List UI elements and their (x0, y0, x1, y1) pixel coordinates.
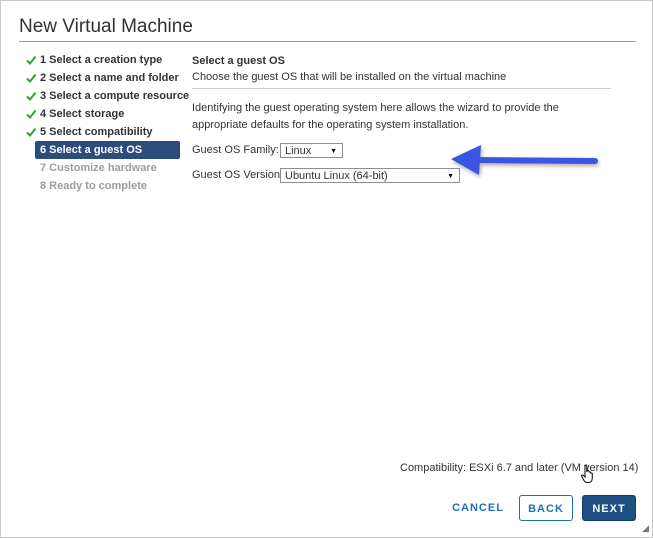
section-heading: Select a guest OS (192, 55, 285, 67)
step-label: 6 Select a guest OS (40, 144, 143, 156)
os-version-select[interactable]: Ubuntu Linux (64-bit) ▼ (280, 168, 460, 183)
compatibility-text: Compatibility: ESXi 6.7 and later (VM ve… (400, 462, 639, 474)
wizard-steps: 1 Select a creation type 2 Select a name… (23, 51, 189, 195)
check-icon (26, 127, 37, 138)
dropdown-caret-icon: ▼ (330, 148, 337, 155)
step-label: 3 Select a compute resource (40, 90, 190, 102)
check-icon (26, 109, 37, 120)
check-icon (26, 73, 37, 84)
main-panel: Select a guest OS Choose the guest OS th… (192, 55, 611, 183)
next-button[interactable]: NEXT (582, 495, 636, 521)
step-1[interactable]: 1 Select a creation type (23, 51, 180, 69)
os-version-value: Ubuntu Linux (64-bit) (285, 170, 388, 182)
section-divider (192, 88, 611, 89)
new-vm-dialog: New Virtual Machine 1 Select a creation … (0, 0, 653, 538)
back-button[interactable]: BACK (519, 495, 573, 521)
step-2[interactable]: 2 Select a name and folder (23, 69, 180, 87)
step-6-active[interactable]: 6 Select a guest OS (35, 141, 180, 159)
step-3[interactable]: 3 Select a compute resource (23, 87, 189, 105)
section-subheading: Choose the guest OS that will be install… (192, 71, 507, 83)
check-icon (26, 55, 37, 66)
section-description: Identifying the guest operating system h… (192, 102, 559, 131)
cancel-button[interactable]: CANCEL (449, 495, 507, 521)
step-5[interactable]: 5 Select compatibility (23, 123, 180, 141)
os-version-label: Guest OS Version: (192, 169, 284, 181)
os-family-select[interactable]: Linux ▼ (280, 143, 343, 158)
step-7: 7 Customize hardware (23, 159, 180, 177)
step-label: 5 Select compatibility (40, 126, 153, 138)
check-icon (26, 91, 37, 102)
step-label: 7 Customize hardware (40, 162, 157, 174)
step-label: 4 Select storage (40, 108, 125, 120)
title-divider (19, 41, 636, 42)
os-family-value: Linux (285, 145, 312, 157)
step-label: 2 Select a name and folder (40, 72, 179, 84)
step-4[interactable]: 4 Select storage (23, 105, 180, 123)
step-label: 8 Ready to complete (40, 180, 147, 192)
hand-pointer-icon (580, 464, 593, 483)
dialog-title: New Virtual Machine (19, 16, 193, 37)
step-label: 1 Select a creation type (40, 54, 163, 66)
os-family-label: Guest OS Family: (192, 144, 279, 156)
annotation-arrow (451, 145, 598, 175)
resize-grip-icon[interactable]: ◢ (642, 523, 649, 534)
step-8: 8 Ready to complete (23, 177, 180, 195)
